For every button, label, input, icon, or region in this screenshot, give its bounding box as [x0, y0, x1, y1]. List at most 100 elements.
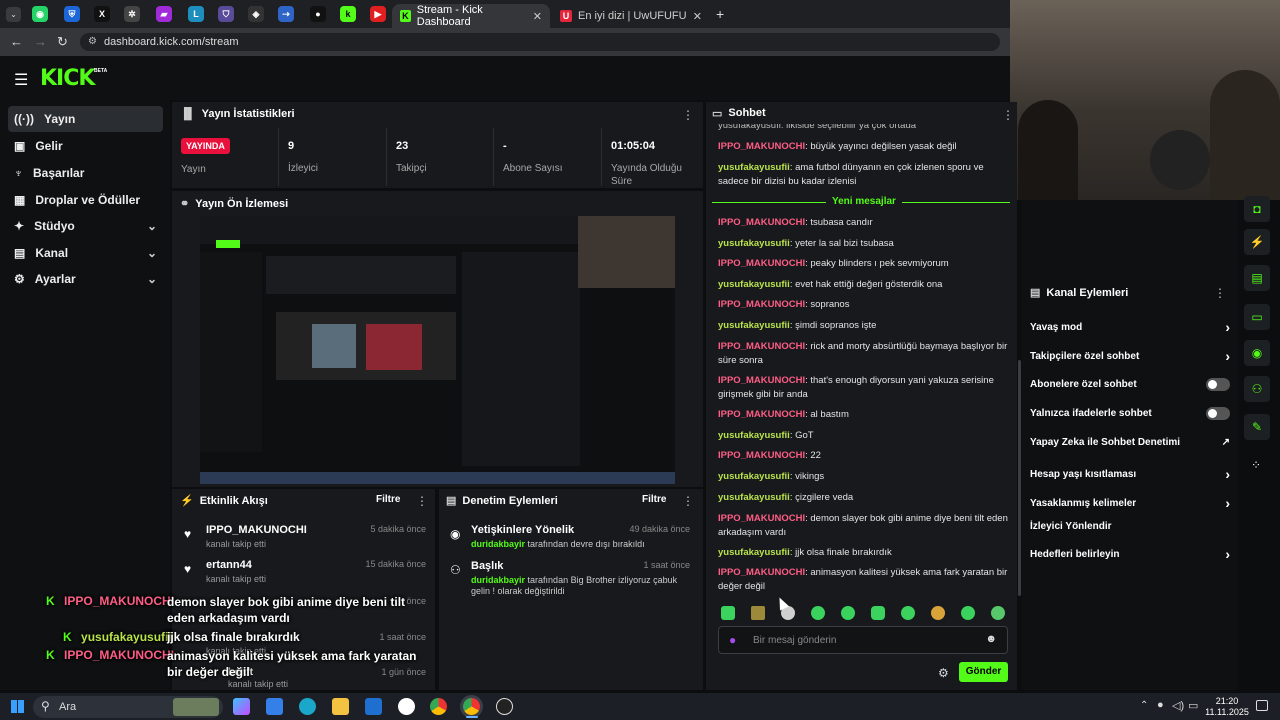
action-followers-only[interactable]: Takipçilere özel sohbet ›: [1030, 348, 1230, 364]
address-bar[interactable]: ⚙ dashboard.kick.com/stream: [80, 33, 1000, 51]
chat-username[interactable]: IPPO_MAKUNOCHI: [718, 217, 805, 228]
quick-action-broadcast-icon[interactable]: ◉: [1244, 340, 1270, 366]
sidebar-item-gelir[interactable]: ▣ Gelir: [8, 133, 163, 159]
tray-chevron-up-icon[interactable]: ⌃: [1140, 700, 1148, 711]
more-options-icon[interactable]: ⋮: [1214, 286, 1226, 300]
menu-icon[interactable]: ☰: [14, 70, 28, 90]
quick-action-user-icon[interactable]: ⚇: [1244, 376, 1270, 402]
site-info-icon[interactable]: ⚙: [88, 33, 97, 51]
pinned-tab-arrow-icon[interactable]: ⇢: [278, 6, 294, 22]
tab-kick-dashboard[interactable]: K Stream - Kick Dashboard ✕: [392, 4, 550, 28]
pinned-tab-whatsapp-icon[interactable]: ◉: [32, 6, 48, 22]
sidebar-item-studyo[interactable]: ✦ Stüdyo ⌄: [8, 213, 163, 239]
pinned-tab-bookmark-icon[interactable]: ▰: [156, 6, 172, 22]
more-options-icon[interactable]: ⋮: [1002, 108, 1014, 122]
chat-settings-icon[interactable]: ⚙: [938, 666, 949, 680]
more-options-icon[interactable]: ⋮: [416, 494, 428, 508]
emote-cat-icon[interactable]: [931, 606, 945, 620]
chat-username[interactable]: IPPO_MAKUNOCHI: [718, 299, 805, 310]
chat-username[interactable]: IPPO_MAKUNOCHI: [718, 341, 805, 352]
emotes-only-toggle[interactable]: [1206, 407, 1230, 420]
moderator-name[interactable]: duridakbayir: [471, 575, 525, 585]
chat-username[interactable]: yusufakayusufii: [718, 238, 790, 249]
tab-uwufufu[interactable]: U En iyi dizi | UwUFUFU ✕: [552, 4, 710, 28]
chat-username[interactable]: yusufakayusufii: [718, 320, 790, 331]
tray-volume-icon[interactable]: ◁): [1172, 699, 1184, 712]
pinned-tab-openai-icon[interactable]: ✲: [124, 6, 140, 22]
tray-clock[interactable]: 21:20 11.11.2025: [1204, 696, 1250, 718]
tray-network-icon[interactable]: ▭: [1188, 699, 1198, 712]
action-set-goals[interactable]: Hedefleri belirleyin ›: [1030, 546, 1230, 562]
moderator-name[interactable]: duridakbayir: [471, 539, 525, 549]
emote-wave-icon[interactable]: [901, 606, 915, 620]
sidebar-item-kanal[interactable]: ▤ Kanal ⌄: [8, 240, 163, 266]
emote-chat-icon[interactable]: [811, 606, 825, 620]
new-tab-button[interactable]: +: [716, 6, 724, 22]
chat-username[interactable]: IPPO_MAKUNOCHI: [718, 513, 805, 524]
emoji-icon[interactable]: ☻: [985, 633, 997, 645]
back-arrow-icon[interactable]: ←: [10, 34, 23, 49]
tray-microphone-icon[interactable]: ●: [1157, 699, 1164, 711]
emote-ghost-icon[interactable]: [871, 606, 885, 620]
taskbar-xbox-icon[interactable]: [398, 698, 415, 715]
pinned-tab-l-icon[interactable]: L: [188, 6, 204, 22]
windows-start-icon[interactable]: [11, 700, 24, 713]
chat-username[interactable]: yusufakayusufii: [718, 471, 790, 482]
close-icon[interactable]: ✕: [533, 10, 542, 23]
taskbar-copilot-icon[interactable]: [233, 698, 250, 715]
chat-input[interactable]: ● Bir mesaj gönderin ☻: [718, 626, 1008, 654]
chat-username[interactable]: yusufakayusufii: [718, 492, 790, 503]
taskbar-edge-icon[interactable]: [299, 698, 316, 715]
pinned-tab-shield-icon[interactable]: ⛨: [64, 6, 80, 22]
sidebar-item-basarilar[interactable]: ♆ Başarılar: [8, 160, 163, 186]
emote-party-icon[interactable]: [991, 606, 1005, 620]
pinned-tab-circle-icon[interactable]: ●: [310, 6, 326, 22]
filter-button[interactable]: Filtre: [642, 494, 666, 505]
notification-icon[interactable]: [1256, 700, 1268, 711]
quick-action-wrench-icon[interactable]: ✎: [1244, 414, 1270, 440]
taskbar-outlook-icon[interactable]: [365, 698, 382, 715]
chat-username[interactable]: IPPO_MAKUNOCHI: [718, 375, 805, 386]
quick-action-chat-icon[interactable]: ▭: [1244, 304, 1270, 330]
emote-frog-icon[interactable]: [961, 606, 975, 620]
sidebar-item-droplar[interactable]: ▦ Droplar ve Ödüller: [8, 187, 163, 213]
chat-username[interactable]: yusufakayusufii: [718, 162, 790, 173]
pinned-tab-youtube-icon[interactable]: ▶: [370, 6, 386, 22]
chat-username[interactable]: yusufakayusufii: [718, 547, 790, 558]
chat-scrollbar[interactable]: [1018, 360, 1021, 596]
pinned-tab-valorant-icon[interactable]: ⛉: [218, 6, 234, 22]
sidebar-item-yayin[interactable]: ((·)) Yayın: [8, 106, 163, 132]
filter-button[interactable]: Filtre: [376, 494, 400, 505]
send-button[interactable]: Gönder: [959, 662, 1008, 682]
action-ai-moderation[interactable]: Yapay Zeka ile Sohbet Denetimi ↗: [1030, 437, 1230, 448]
chat-username[interactable]: IPPO_MAKUNOCHI: [718, 567, 805, 578]
taskbar-chrome-icon[interactable]: [430, 698, 447, 715]
chat-username[interactable]: IPPO_MAKUNOCHI: [718, 409, 805, 420]
action-account-age[interactable]: Hesap yaşı kısıtlaması ›: [1030, 466, 1230, 482]
subscribers-only-toggle[interactable]: [1206, 378, 1230, 391]
reload-icon[interactable]: ↻: [57, 34, 68, 50]
taskbar-explorer-icon[interactable]: [332, 698, 349, 715]
emote-kick-icon[interactable]: [721, 606, 735, 620]
tab-search-button[interactable]: ⌄: [6, 7, 21, 22]
quick-action-camera-icon[interactable]: ◘: [1244, 196, 1270, 222]
sidebar-item-ayarlar[interactable]: ⚙ Ayarlar ⌄: [8, 266, 163, 292]
more-options-icon[interactable]: ⋮: [682, 108, 694, 122]
forward-arrow-icon[interactable]: →: [34, 34, 47, 49]
action-slow-mode[interactable]: Yavaş mod ›: [1030, 319, 1230, 335]
taskbar-store-icon[interactable]: [266, 698, 283, 715]
pinned-tab-kick-icon[interactable]: k: [340, 6, 356, 22]
taskbar-obs-icon[interactable]: [496, 698, 513, 715]
chat-username[interactable]: IPPO_MAKUNOCHI: [718, 258, 805, 269]
action-banned-words[interactable]: Yasaklanmış kelimeler ›: [1030, 495, 1230, 511]
close-icon[interactable]: ✕: [693, 10, 702, 23]
more-options-icon[interactable]: ⋮: [682, 494, 694, 508]
chat-username[interactable]: yusufakayusufii: [718, 430, 790, 441]
kick-logo[interactable]: KICK: [40, 66, 95, 91]
chat-username[interactable]: IPPO_MAKUNOCHI: [718, 450, 805, 461]
pinned-tab-x-icon[interactable]: X: [94, 6, 110, 22]
stream-preview-video[interactable]: [200, 216, 675, 484]
quick-action-document-icon[interactable]: ▤: [1244, 265, 1270, 291]
quick-action-lightning-icon[interactable]: ⚡: [1244, 229, 1270, 255]
pinned-tab-game-icon[interactable]: ◈: [248, 6, 264, 22]
